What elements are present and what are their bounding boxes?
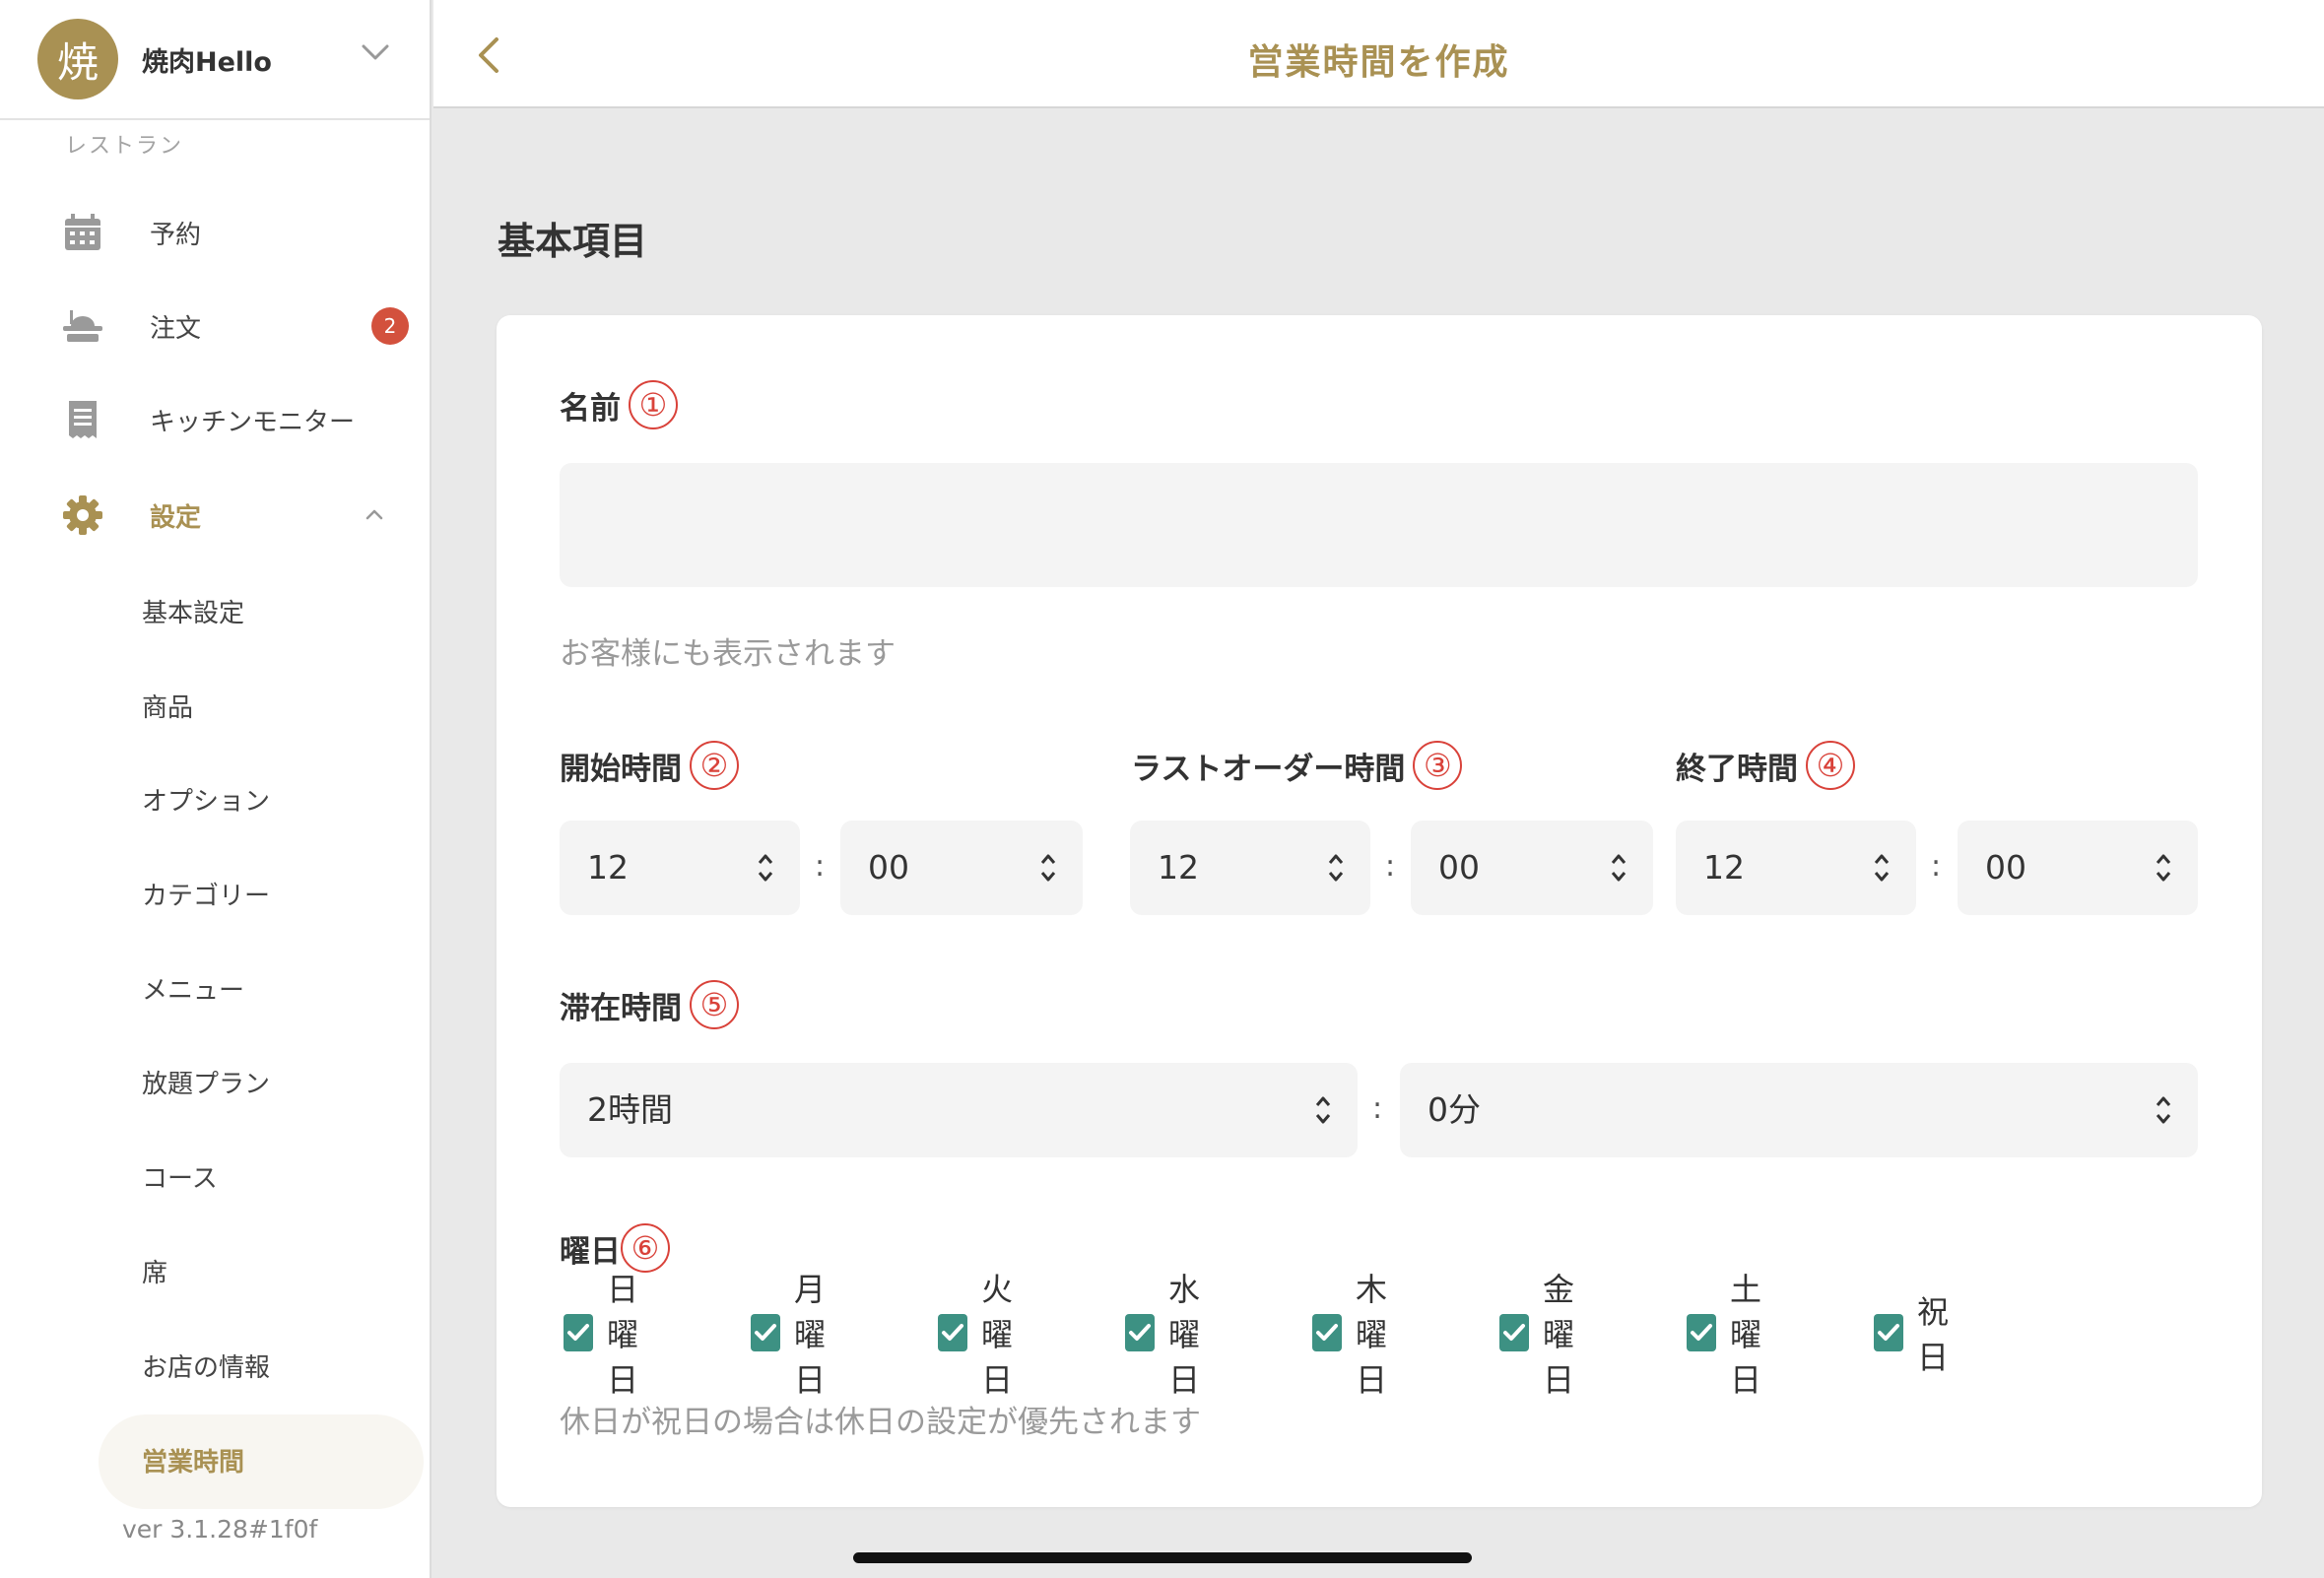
sidebar-item-settings[interactable]: 設定 (0, 481, 430, 550)
stay-minutes-select[interactable]: 0分 (1400, 1063, 2198, 1157)
sidebar-subitem-all-you-can-plans[interactable]: 放題プラン (142, 1064, 270, 1100)
end-time-label: 終了時間 ④ (1676, 741, 1855, 790)
up-down-arrows-icon (1315, 1096, 1331, 1124)
gear-icon (63, 495, 102, 535)
sidebar-subitem-menu[interactable]: メニュー (142, 970, 244, 1007)
last-order-label: ラストオーダー時間 ③ (1131, 741, 1463, 790)
checkbox-checked[interactable] (1312, 1314, 1342, 1351)
sidebar-subitem-options[interactable]: オプション (142, 781, 270, 818)
time-separator: : (1385, 849, 1396, 884)
sidebar-item-kitchen-monitor[interactable]: キッチンモニター (0, 385, 430, 454)
checkbox-checked[interactable] (1125, 1314, 1155, 1351)
stay-minutes-value: 0分 (1428, 1090, 1481, 1129)
top-bar: 営業時間を作成 (433, 0, 2324, 108)
stay-time-label: 滞在時間 ⑤ (560, 980, 739, 1029)
sidebar-subitem-seats[interactable]: 席 (142, 1253, 167, 1289)
start-minute-stepper[interactable]: 00 (840, 821, 1083, 915)
day-checkbox-sunday[interactable]: 日曜日 (564, 1271, 646, 1399)
order-count-badge: 2 (371, 307, 409, 345)
section-title: 基本項目 (498, 220, 648, 263)
start-minute-value: 00 (868, 848, 909, 887)
day-checkbox-monday[interactable]: 月曜日 (751, 1271, 833, 1399)
up-down-arrows-icon (1328, 854, 1344, 882)
checkbox-checked[interactable] (564, 1314, 593, 1351)
end-minute-stepper[interactable]: 00 (1958, 821, 2198, 915)
chevron-down-icon[interactable] (359, 35, 392, 69)
up-down-arrows-icon (2156, 854, 2171, 882)
annotation-number: ① (629, 380, 678, 429)
last-order-minute-stepper[interactable]: 00 (1411, 821, 1653, 915)
last-order-hour-stepper[interactable]: 12 (1130, 821, 1370, 915)
sidebar-item-orders[interactable]: 注文 2 (0, 292, 430, 361)
end-minute-value: 00 (1985, 848, 2026, 887)
sidebar-subitem-shop-info[interactable]: お店の情報 (142, 1348, 270, 1384)
day-checkbox-wednesday[interactable]: 水曜日 (1125, 1271, 1208, 1399)
stay-hours-value: 2時間 (587, 1090, 673, 1129)
version-label: ver 3.1.28#1f0f (122, 1515, 318, 1544)
last-order-hour-value: 12 (1158, 848, 1199, 887)
start-hour-stepper[interactable]: 12 (560, 821, 800, 915)
checkbox-checked[interactable] (751, 1314, 780, 1351)
sidebar: 焼 焼肉Hello レストラン 予約 注文 2 キッチンモニター 設定 基本設定… (0, 0, 432, 1578)
sidebar-item-label: 設定 (150, 502, 202, 533)
day-checkbox-thursday[interactable]: 木曜日 (1312, 1271, 1395, 1399)
checkbox-checked[interactable] (1687, 1314, 1716, 1351)
stay-hours-select[interactable]: 2時間 (560, 1063, 1358, 1157)
order-tray-icon (63, 310, 102, 342)
up-down-arrows-icon (1611, 854, 1627, 882)
start-hour-value: 12 (587, 848, 629, 887)
time-separator: : (1931, 849, 1942, 884)
sidebar-subitem-categories[interactable]: カテゴリー (142, 876, 270, 912)
time-separator: : (815, 849, 826, 884)
home-indicator (853, 1552, 1472, 1563)
page-title: 営業時間を作成 (1247, 42, 1510, 83)
day-checkbox-holiday[interactable]: 祝日 (1874, 1293, 1957, 1376)
sidebar-subitem-courses[interactable]: コース (142, 1158, 218, 1195)
chevron-up-icon[interactable] (359, 499, 390, 531)
up-down-arrows-icon (2156, 1096, 2171, 1124)
annotation-number: ③ (1413, 741, 1463, 790)
time-separator: : (1372, 1091, 1383, 1126)
avatar: 焼 (37, 19, 118, 99)
sidebar-item-reservations[interactable]: 予約 (0, 198, 430, 267)
receipt-icon (69, 401, 97, 438)
last-order-minute-value: 00 (1438, 848, 1480, 887)
checkbox-checked[interactable] (1499, 1314, 1529, 1351)
up-down-arrows-icon (1874, 854, 1890, 882)
annotation-number: ⑤ (690, 980, 739, 1029)
name-input[interactable] (560, 463, 2198, 587)
calendar-icon (65, 214, 100, 250)
end-hour-value: 12 (1703, 848, 1745, 887)
sidebar-item-label: キッチンモニター (150, 407, 356, 437)
sidebar-item-label: 予約 (150, 220, 202, 250)
annotation-number: ② (690, 741, 739, 790)
sidebar-subitem-business-hours[interactable]: 営業時間 (142, 1442, 244, 1479)
up-down-arrows-icon (758, 854, 773, 882)
section-label: レストラン (65, 134, 184, 159)
end-hour-stepper[interactable]: 12 (1676, 821, 1916, 915)
start-time-label: 開始時間 ② (560, 741, 739, 790)
checkbox-checked[interactable] (938, 1314, 967, 1351)
days-hint: 休日が祝日の場合は休日の設定が優先されます (560, 1405, 1201, 1440)
shop-switcher[interactable]: 焼 焼肉Hello (0, 0, 430, 120)
annotation-number: ④ (1806, 741, 1855, 790)
sidebar-item-label: 注文 (150, 313, 202, 344)
name-hint: お客様にも表示されます (560, 636, 896, 672)
sidebar-subitem-basic-settings[interactable]: 基本設定 (142, 593, 244, 629)
day-checkbox-friday[interactable]: 金曜日 (1499, 1271, 1582, 1399)
shop-name: 焼肉Hello (142, 46, 272, 78)
checkbox-checked[interactable] (1874, 1314, 1903, 1351)
day-checkbox-saturday[interactable]: 土曜日 (1687, 1271, 1769, 1399)
day-checkbox-tuesday[interactable]: 火曜日 (938, 1271, 1021, 1399)
up-down-arrows-icon (1040, 854, 1056, 882)
name-label: 名前 ① (560, 380, 678, 429)
sidebar-subitem-products[interactable]: 商品 (142, 688, 193, 724)
